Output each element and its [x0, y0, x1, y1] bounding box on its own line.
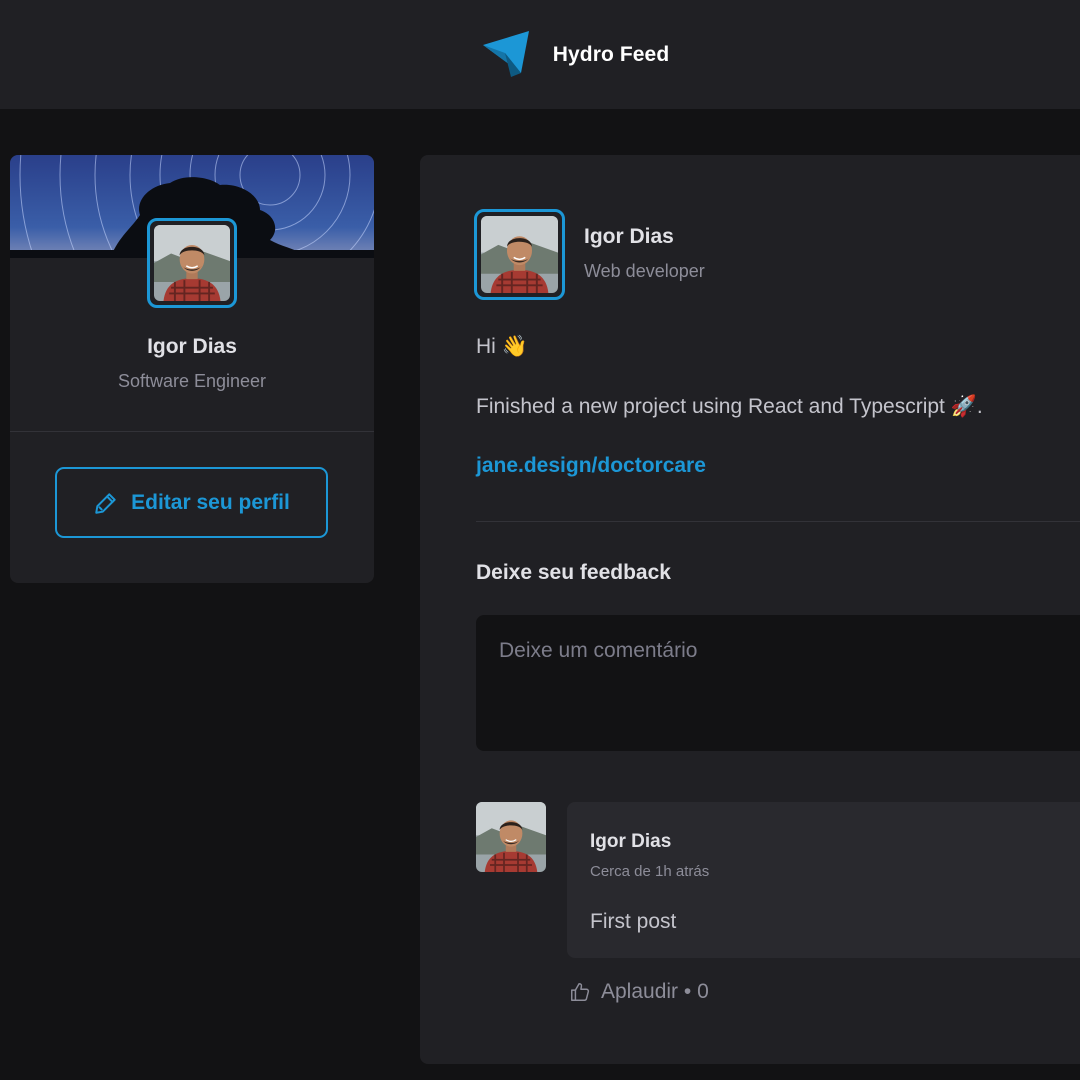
comment-box: Igor Dias Cerca de 1h atrás First post: [567, 802, 1080, 958]
avatar-photo: [481, 216, 558, 293]
brand-name: Hydro Feed: [552, 42, 670, 66]
post-author-role: Web developer: [584, 261, 705, 281]
comment-author-avatar[interactable]: [476, 802, 546, 872]
post-author-name: Igor Dias: [584, 225, 674, 248]
app-header: Hydro Feed: [0, 0, 1080, 109]
avatar-photo: [154, 225, 230, 301]
post-link[interactable]: jane.design/doctorcare: [476, 454, 706, 478]
edit-profile-button[interactable]: Editar seu perfil: [55, 467, 328, 538]
paper-plane-icon: [482, 30, 529, 77]
post-card: Igor Dias Web developer Hi 👋 Finished a …: [420, 155, 1080, 1064]
thumbs-up-icon: [571, 983, 590, 1001]
post-author-avatar[interactable]: [474, 209, 565, 300]
post-divider: [476, 521, 1080, 522]
post-content-line: Hi 👋: [476, 335, 528, 358]
post-content-line: Finished a new project using React and T…: [476, 395, 983, 418]
comment-text: First post: [590, 910, 677, 933]
sidebar-divider: [10, 431, 374, 432]
profile-role: Software Engineer: [117, 371, 267, 391]
comment-author-name: Igor Dias: [590, 831, 672, 852]
applaud-label: Aplaudir • 0: [601, 980, 709, 1003]
edit-profile-label: Editar seu perfil: [131, 490, 290, 514]
comment-timestamp: Cerca de 1h atrás: [590, 863, 710, 880]
feedback-title: Deixe seu feedback: [476, 561, 671, 584]
profile-avatar[interactable]: [147, 218, 237, 308]
profile-name: Igor Dias: [147, 335, 237, 358]
comment-input[interactable]: [476, 615, 1080, 751]
profile-sidebar: Igor Dias Software Engineer Editar seu p…: [10, 155, 374, 583]
pencil-icon: [95, 492, 116, 514]
applaud-button[interactable]: Aplaudir • 0: [569, 980, 709, 1004]
brand[interactable]: Hydro Feed: [481, 30, 670, 79]
avatar-photo: [476, 802, 546, 872]
